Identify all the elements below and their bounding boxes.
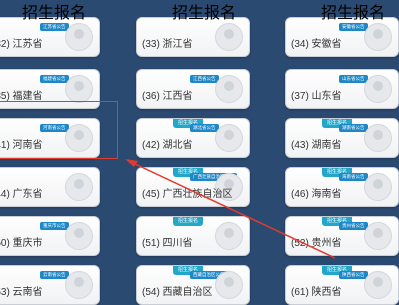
- annotation-arrow: [125, 159, 336, 259]
- arrow-head: [125, 159, 138, 167]
- arrow-line: [132, 162, 336, 259]
